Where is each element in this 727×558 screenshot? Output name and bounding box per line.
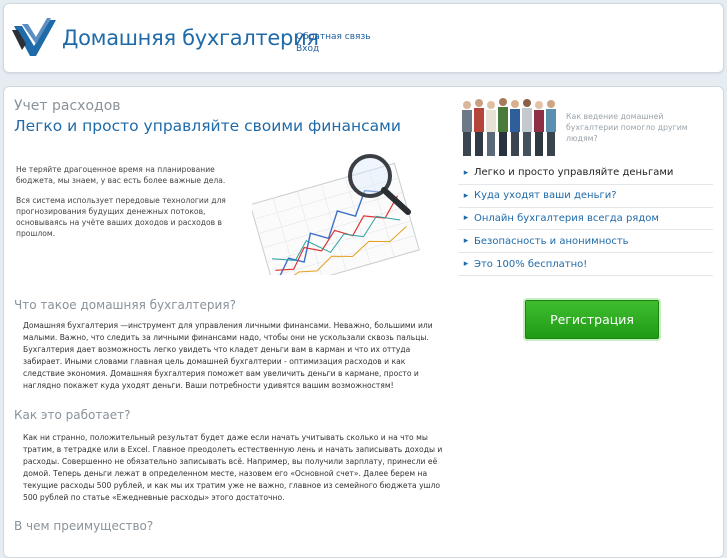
hero-intro: Не теряйте драгоценное время на планиров…	[16, 164, 236, 248]
arrow-right-icon: ▸	[463, 259, 469, 270]
hero-title: Легко и просто управляйте своими финанса…	[14, 117, 401, 135]
people-photo	[462, 98, 556, 156]
top-links: Обратная связь Вход	[296, 31, 371, 55]
site-header: Домашняя бухгалтерия Обратная связь Вход	[3, 3, 724, 73]
feedback-link[interactable]: Обратная связь	[296, 31, 371, 43]
feature-item[interactable]: ▸ Безопасность и анонимность	[458, 230, 713, 254]
feature-label: Это 100% бесплатно!	[474, 258, 588, 270]
feature-label: Безопасность и анонимность	[474, 235, 629, 247]
section-text: Как ни странно, положительный результат …	[23, 433, 443, 502]
arrow-right-icon: ▸	[463, 236, 469, 247]
feature-item[interactable]: ▸ Онлайн бухгалтерия всегда рядом	[458, 208, 713, 231]
section-title: Как это работает?	[14, 408, 131, 422]
feature-label: Онлайн бухгалтерия всегда рядом	[474, 212, 659, 224]
intro-paragraph: Не теряйте драгоценное время на планиров…	[16, 165, 226, 185]
login-link[interactable]: Вход	[296, 43, 371, 55]
people-caption[interactable]: Как ведение домашней бухгалтерии помогло…	[566, 111, 712, 144]
logo-icon	[12, 18, 56, 56]
feature-item[interactable]: ▸ Легко и просто управляйте деньгами	[458, 162, 713, 185]
feature-label: Легко и просто управляйте деньгами	[474, 167, 674, 179]
feature-item[interactable]: ▸ Это 100% бесплатно!	[458, 253, 713, 276]
arrow-right-icon: ▸	[463, 213, 469, 224]
section-title: Что такое домашняя бухгалтерия?	[14, 298, 236, 312]
section-label: Учет расходов	[14, 98, 121, 114]
site-logo-text[interactable]: Домашняя бухгалтерия	[62, 26, 319, 50]
feature-label: Куда уходят ваши деньги?	[474, 190, 617, 202]
arrow-right-icon: ▸	[463, 190, 469, 201]
intro-paragraph: Вся система использует передовые техноло…	[16, 196, 226, 238]
feature-list: ▸ Легко и просто управляйте деньгами ▸ Куд…	[458, 162, 713, 276]
register-button[interactable]: Регистрация	[525, 300, 659, 339]
section-title: В чем преимущество?	[14, 519, 154, 533]
feature-item[interactable]: ▸ Куда уходят ваши деньги?	[458, 185, 713, 208]
charts-magnifier-illustration	[252, 154, 420, 275]
section-text: Домашняя бухгалтерия —инструмент для упр…	[23, 321, 433, 390]
arrow-right-icon: ▸	[463, 167, 469, 178]
